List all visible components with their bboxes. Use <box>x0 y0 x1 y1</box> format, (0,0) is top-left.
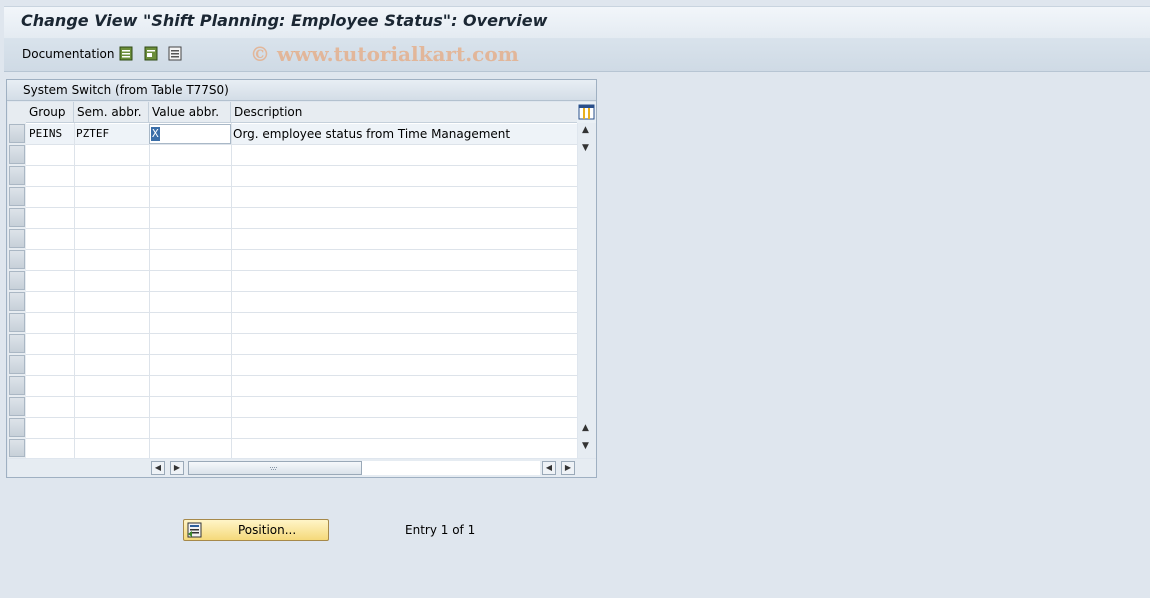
cell-sem-abbr: PZTEF <box>76 127 110 140</box>
table-header-row: Group Sem. abbr. Value abbr. Description <box>8 102 577 123</box>
row-selector[interactable] <box>9 166 25 185</box>
position-icon <box>187 522 202 538</box>
grip-icon <box>270 467 277 470</box>
column-header-group[interactable]: Group <box>26 102 74 123</box>
table-grid: Group Sem. abbr. Value abbr. Description <box>8 102 577 458</box>
row-divider <box>26 375 577 376</box>
scroll-left-icon[interactable]: ◀ <box>151 461 165 475</box>
application-toolbar: Documentation © www.tutorialkart.com <box>4 38 1150 72</box>
row-divider <box>26 270 577 271</box>
row-divider <box>26 396 577 397</box>
row-selector[interactable] <box>9 250 25 269</box>
title-bar: Change View "Shift Planning: Employee St… <box>4 6 1150 38</box>
row-selector[interactable] <box>9 376 25 395</box>
entry-counter: Entry 1 of 1 <box>405 523 476 537</box>
value-abbr-input[interactable]: X <box>149 124 231 144</box>
scroll-right-icon[interactable]: ▶ <box>170 461 184 475</box>
horizontal-scroll-track[interactable] <box>362 461 540 475</box>
select-all-icon[interactable] <box>119 46 133 61</box>
row-divider <box>26 291 577 292</box>
select-block-icon[interactable] <box>144 46 158 61</box>
row-divider <box>26 249 577 250</box>
row-divider <box>26 228 577 229</box>
page-title: Change View "Shift Planning: Employee St… <box>21 11 548 30</box>
horizontal-scrollbar[interactable]: ◀ ▶ ◀ ▶ <box>8 459 596 477</box>
row-divider <box>26 354 577 355</box>
row-divider <box>26 186 577 187</box>
row-divider <box>26 144 577 145</box>
cell-group: PEINS <box>29 127 63 140</box>
row-selector[interactable] <box>9 334 25 353</box>
row-selector[interactable] <box>9 187 25 206</box>
panel-title: System Switch (from Table T77S0) <box>23 83 229 97</box>
row-selector-column <box>8 102 26 458</box>
column-header-sem-abbr[interactable]: Sem. abbr. <box>74 102 149 123</box>
column-header-value-abbr[interactable]: Value abbr. <box>149 102 231 123</box>
deselect-all-icon[interactable] <box>168 46 182 61</box>
column-settings-button[interactable] <box>577 102 596 123</box>
row-divider <box>26 333 577 334</box>
row-selector[interactable] <box>9 355 25 374</box>
vertical-scrollbar[interactable] <box>578 123 596 458</box>
value-abbr-text: X <box>151 127 160 141</box>
row-selector[interactable] <box>9 439 25 457</box>
row-divider <box>26 417 577 418</box>
row-selector[interactable] <box>9 124 25 143</box>
table-control-panel: System Switch (from Table T77S0) Group S… <box>6 79 597 478</box>
row-selector[interactable] <box>9 313 25 332</box>
row-selector[interactable] <box>9 418 25 437</box>
row-selector[interactable] <box>9 208 25 227</box>
row-divider <box>26 312 577 313</box>
row-selector[interactable] <box>9 145 25 164</box>
row-selector[interactable] <box>9 397 25 416</box>
row-selector[interactable] <box>9 229 25 248</box>
documentation-button[interactable]: Documentation <box>22 47 115 61</box>
row-divider <box>26 207 577 208</box>
position-button-label: Position... <box>238 523 297 537</box>
horizontal-scroll-thumb[interactable] <box>188 461 362 475</box>
select-all-rows-corner[interactable] <box>9 102 25 123</box>
row-selector[interactable] <box>9 271 25 290</box>
position-button[interactable]: Position... <box>183 519 329 541</box>
scroll-left-end-icon[interactable]: ◀ <box>542 461 556 475</box>
row-divider <box>26 438 577 439</box>
row-selector[interactable] <box>9 292 25 311</box>
table-settings-icon <box>578 104 595 120</box>
scroll-down-icon[interactable]: ▼ <box>582 143 589 153</box>
scroll-up-icon[interactable]: ▲ <box>582 125 589 135</box>
column-header-description[interactable]: Description <box>231 102 577 123</box>
panel-header: System Switch (from Table T77S0) <box>7 80 596 101</box>
scroll-page-down-icon[interactable]: ▼ <box>582 441 589 451</box>
cell-description: Org. employee status from Time Managemen… <box>233 127 511 141</box>
row-divider <box>26 165 577 166</box>
watermark: © www.tutorialkart.com <box>250 42 519 66</box>
scroll-page-up-icon[interactable]: ▲ <box>582 423 589 433</box>
scroll-right-end-icon[interactable]: ▶ <box>561 461 575 475</box>
